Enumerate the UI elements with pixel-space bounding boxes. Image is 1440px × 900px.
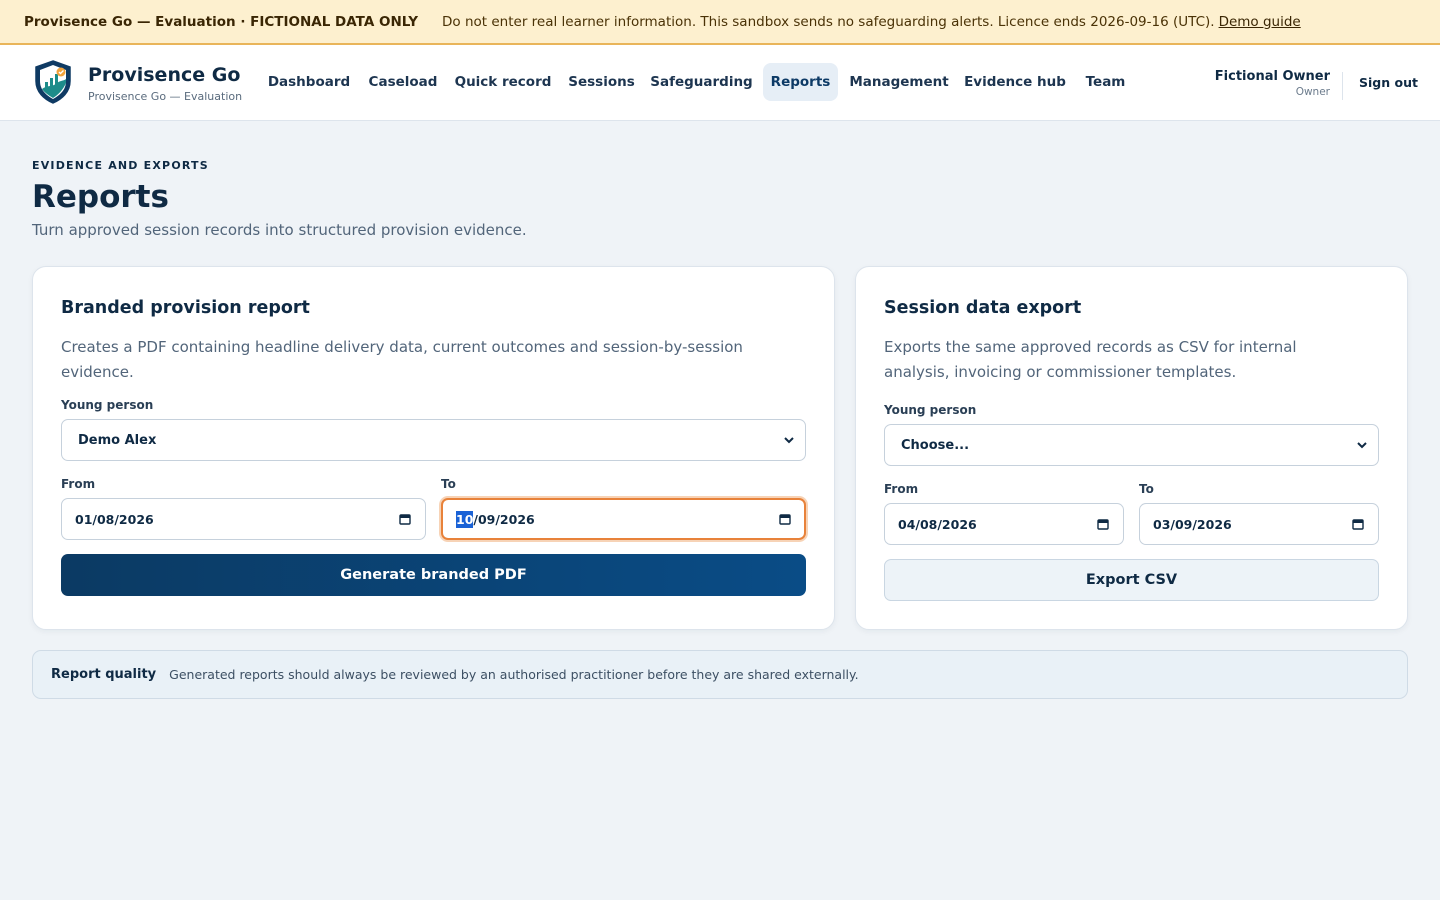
from-date-value: 01/08/2026 [75, 511, 154, 527]
export-csv-button[interactable]: Export CSV [884, 559, 1379, 601]
nav-reports[interactable]: Reports [763, 63, 838, 101]
nav-caseload[interactable]: Caseload [363, 63, 443, 101]
page-description: Turn approved session records into struc… [32, 221, 527, 239]
nav-sessions[interactable]: Sessions [563, 63, 640, 101]
young-person-label: Young person [61, 398, 154, 412]
young-person-select[interactable]: Choose... [884, 424, 1379, 466]
brand-subtitle: Provisence Go — Evaluation [88, 90, 243, 103]
calendar-icon[interactable] [1352, 518, 1364, 530]
to-label: To [1139, 482, 1154, 496]
generate-pdf-button[interactable]: Generate branded PDF [61, 554, 806, 596]
chevron-down-icon [1357, 442, 1367, 449]
card-description: Exports the same approved records as CSV… [884, 338, 1297, 381]
shield-logo-icon[interactable] [33, 59, 73, 105]
card-description: Creates a PDF containing headline delive… [61, 338, 743, 381]
brand-name[interactable]: Provisence Go [88, 64, 240, 86]
page-eyebrow: EVIDENCE AND EXPORTS [32, 159, 209, 172]
header-divider [1342, 72, 1343, 100]
demo-guide-link[interactable]: Demo guide [1219, 14, 1301, 30]
calendar-icon[interactable] [399, 513, 411, 525]
young-person-select[interactable]: Demo Alex [61, 419, 806, 461]
sign-out-button[interactable]: Sign out [1359, 75, 1418, 90]
to-date-selected-segment: 10 [456, 510, 474, 528]
from-label: From [61, 477, 96, 491]
report-quality-label: Report quality [51, 667, 157, 682]
calendar-icon[interactable] [779, 513, 791, 525]
session-export-card: Session data export Exports the same app… [855, 266, 1408, 630]
nav-evidence-hub[interactable]: Evidence hub [961, 63, 1069, 101]
page-title: Reports [32, 179, 169, 215]
nav-quick-record[interactable]: Quick record [451, 63, 555, 101]
nav-management[interactable]: Management [846, 63, 952, 101]
nav-team[interactable]: Team [1077, 63, 1134, 101]
to-label: To [441, 477, 456, 491]
report-quality-note: Report quality Generated reports should … [32, 650, 1408, 699]
user-name: Fictional Owner [1214, 69, 1330, 84]
young-person-label: Young person [884, 403, 977, 417]
chevron-down-icon [784, 437, 794, 444]
card-title: Branded provision report [61, 298, 310, 318]
app-header: Provisence Go Provisence Go — Evaluation… [0, 45, 1440, 121]
to-date-value: 03/09/2026 [1153, 516, 1232, 532]
from-date-value: 04/08/2026 [898, 516, 977, 532]
from-label: From [884, 482, 919, 496]
from-date-input[interactable]: 01/08/2026 [61, 498, 426, 540]
nav-dashboard[interactable]: Dashboard [263, 63, 355, 101]
card-title: Session data export [884, 298, 1082, 318]
young-person-value: Choose... [901, 437, 970, 453]
nav-safeguarding[interactable]: Safeguarding [648, 63, 755, 101]
banner-title: Provisence Go — Evaluation · FICTIONAL D… [24, 13, 419, 30]
evaluation-banner: Provisence Go — Evaluation · FICTIONAL D… [0, 0, 1440, 45]
calendar-icon[interactable] [1097, 518, 1109, 530]
young-person-value: Demo Alex [78, 432, 157, 448]
to-date-value: /09/2026 [473, 511, 535, 527]
from-date-input[interactable]: 04/08/2026 [884, 503, 1124, 545]
report-quality-text: Generated reports should always be revie… [169, 667, 859, 682]
banner-message: Do not enter real learner information. T… [442, 13, 1215, 30]
provision-report-card: Branded provision report Creates a PDF c… [32, 266, 835, 630]
to-date-input[interactable]: 03/09/2026 [1139, 503, 1379, 545]
user-role: Owner [1295, 86, 1330, 98]
to-date-input[interactable]: 10/09/2026 [441, 498, 806, 540]
